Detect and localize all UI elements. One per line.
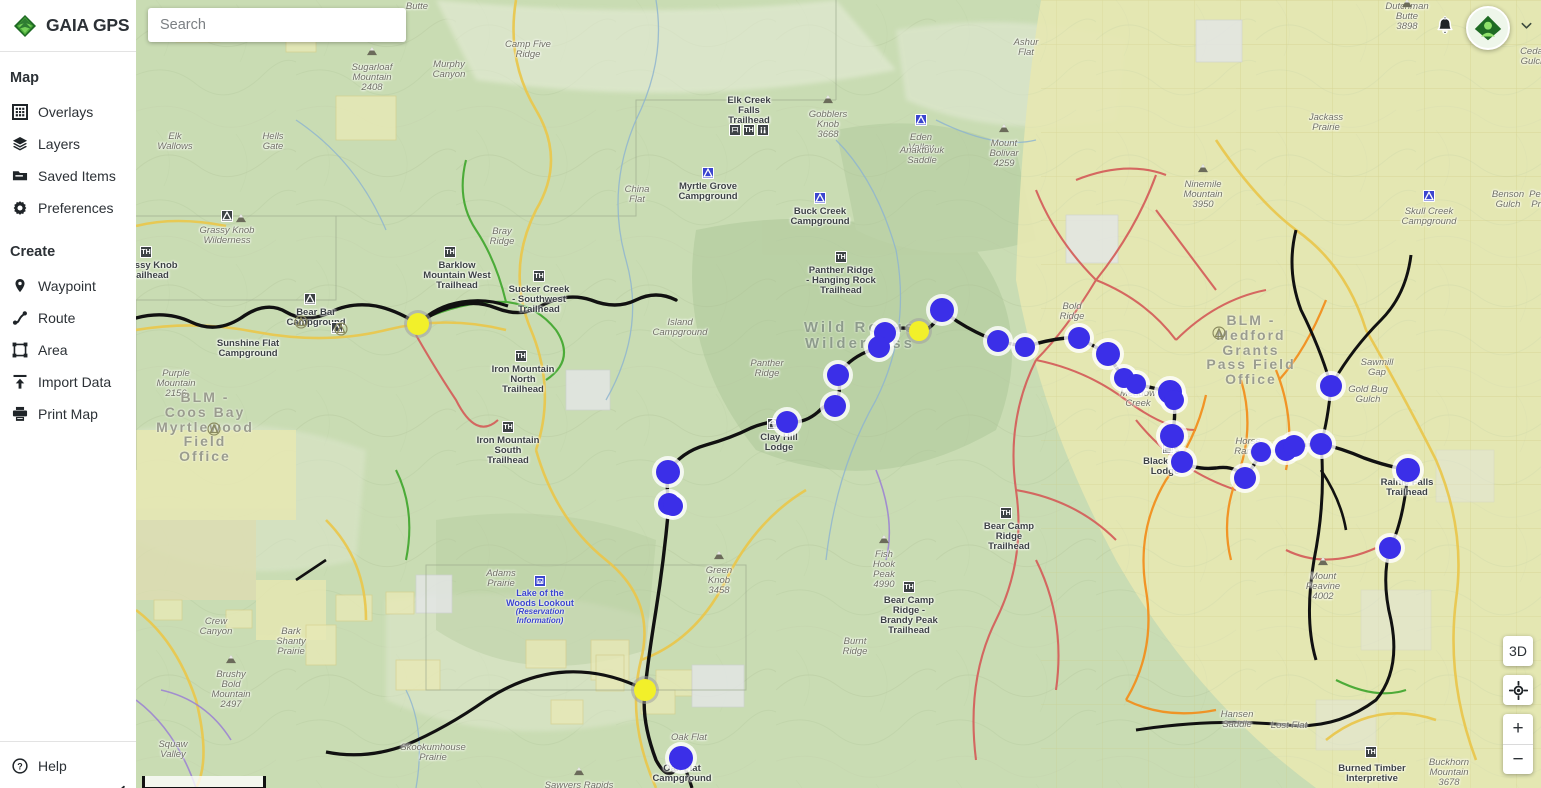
- map-waypoint-marker[interactable]: [824, 395, 846, 417]
- sidebar-item-label: Area: [38, 342, 68, 358]
- map-waypoint-marker[interactable]: [1379, 537, 1401, 559]
- map-waypoint-marker[interactable]: [930, 298, 954, 322]
- gaia-pine-logo-icon: [12, 13, 38, 39]
- sidebar-nav: Map Overlays Layers Saved Items Preferen…: [0, 52, 136, 741]
- brand-name: GAIA GPS: [46, 15, 130, 35]
- map-viewport[interactable]: Butte Camp Five Ridge Ashur Flat Dutchman B…: [136, 0, 1541, 788]
- map-waypoint-marker[interactable]: [1171, 451, 1193, 473]
- map-waypoint-marker[interactable]: [1164, 390, 1184, 410]
- map-waypoint-marker[interactable]: [634, 679, 656, 701]
- sidebar-item-label: Route: [38, 310, 76, 326]
- sidebar-item-label: Help: [38, 758, 67, 774]
- map-waypoint-marker[interactable]: [1396, 458, 1420, 482]
- sidebar-item-preferences[interactable]: Preferences: [0, 192, 136, 224]
- map-waypoint-marker[interactable]: [1096, 342, 1120, 366]
- section-title-create: Create: [10, 244, 56, 260]
- sidebar-item-route[interactable]: Route: [0, 302, 136, 334]
- sidebar-item-overlays[interactable]: Overlays: [0, 96, 136, 128]
- question-circle-icon: ?: [11, 758, 28, 775]
- folder-icon: [11, 168, 28, 185]
- map-waypoint-marker[interactable]: [1251, 442, 1271, 462]
- layers-icon: [11, 136, 28, 153]
- header-actions: [1434, 6, 1533, 50]
- map-controls: 3D + −: [1503, 636, 1533, 774]
- search-input[interactable]: [148, 8, 406, 42]
- sidebar-item-saved-items[interactable]: Saved Items: [0, 160, 136, 192]
- locate-crosshair-icon[interactable]: [1503, 675, 1533, 705]
- sidebar-item-layers[interactable]: Layers: [0, 128, 136, 160]
- map-waypoint-marker[interactable]: [827, 364, 849, 386]
- brand-header[interactable]: GAIA GPS: [0, 0, 136, 52]
- map-waypoint-marker[interactable]: [1068, 327, 1090, 349]
- gear-icon: [11, 200, 28, 217]
- map-waypoint-marker[interactable]: [987, 330, 1009, 352]
- printer-icon: [11, 406, 28, 423]
- map-pin-icon: [11, 278, 28, 295]
- import-arrow-icon: [11, 374, 28, 391]
- sidebar-item-label: Preferences: [38, 200, 114, 216]
- section-divider: [0, 224, 136, 238]
- sidebar-item-label: Waypoint: [38, 278, 96, 294]
- svg-text:?: ?: [17, 761, 22, 771]
- map-waypoint-marker[interactable]: [1320, 375, 1342, 397]
- user-avatar-icon[interactable]: [1466, 6, 1510, 50]
- map-waypoint-marker[interactable]: [776, 411, 798, 433]
- sidebar-item-area[interactable]: Area: [0, 334, 136, 366]
- map-waypoint-marker[interactable]: [656, 460, 680, 484]
- map-waypoint-marker[interactable]: [1015, 337, 1035, 357]
- map-waypoint-marker[interactable]: [407, 313, 429, 335]
- zoom-in-button[interactable]: +: [1503, 714, 1533, 744]
- map-waypoint-marker[interactable]: [663, 496, 683, 516]
- collapse-sidebar-button[interactable]: [108, 778, 134, 788]
- three-d-button[interactable]: 3D: [1503, 636, 1533, 666]
- zoom-out-button[interactable]: −: [1503, 744, 1533, 774]
- sidebar: GAIA GPS Map Overlays Layers Saved Items…: [0, 0, 136, 788]
- map-waypoint-marker[interactable]: [1283, 435, 1305, 457]
- grid-icon: [11, 104, 28, 121]
- bell-icon[interactable]: [1434, 16, 1456, 40]
- sidebar-item-label: Overlays: [38, 104, 94, 120]
- route-icon: [11, 310, 28, 327]
- map-waypoint-marker[interactable]: [669, 746, 693, 770]
- map-waypoint-marker[interactable]: [868, 336, 890, 358]
- search-box[interactable]: [148, 8, 406, 42]
- map-waypoint-marker[interactable]: [1160, 424, 1184, 448]
- sidebar-item-label: Layers: [38, 136, 81, 152]
- section-title-map: Map: [10, 70, 39, 86]
- sidebar-item-label: Saved Items: [38, 168, 116, 184]
- chevron-down-icon[interactable]: [1520, 19, 1533, 37]
- sidebar-item-print-map[interactable]: Print Map: [0, 398, 136, 430]
- map-waypoint-marker[interactable]: [1310, 433, 1332, 455]
- sidebar-footer: ? Help: [0, 741, 136, 788]
- sidebar-item-label: Import Data: [38, 374, 112, 390]
- map-waypoint-marker[interactable]: [1126, 374, 1146, 394]
- sidebar-item-label: Print Map: [38, 406, 98, 422]
- area-icon: [11, 342, 28, 359]
- sidebar-item-waypoint[interactable]: Waypoint: [0, 270, 136, 302]
- zoom-controls: + −: [1503, 714, 1533, 774]
- sidebar-item-import-data[interactable]: Import Data: [0, 366, 136, 398]
- map-waypoint-marker[interactable]: [909, 321, 929, 341]
- map-waypoint-marker[interactable]: [1234, 467, 1256, 489]
- map-scale-bar: [142, 776, 266, 788]
